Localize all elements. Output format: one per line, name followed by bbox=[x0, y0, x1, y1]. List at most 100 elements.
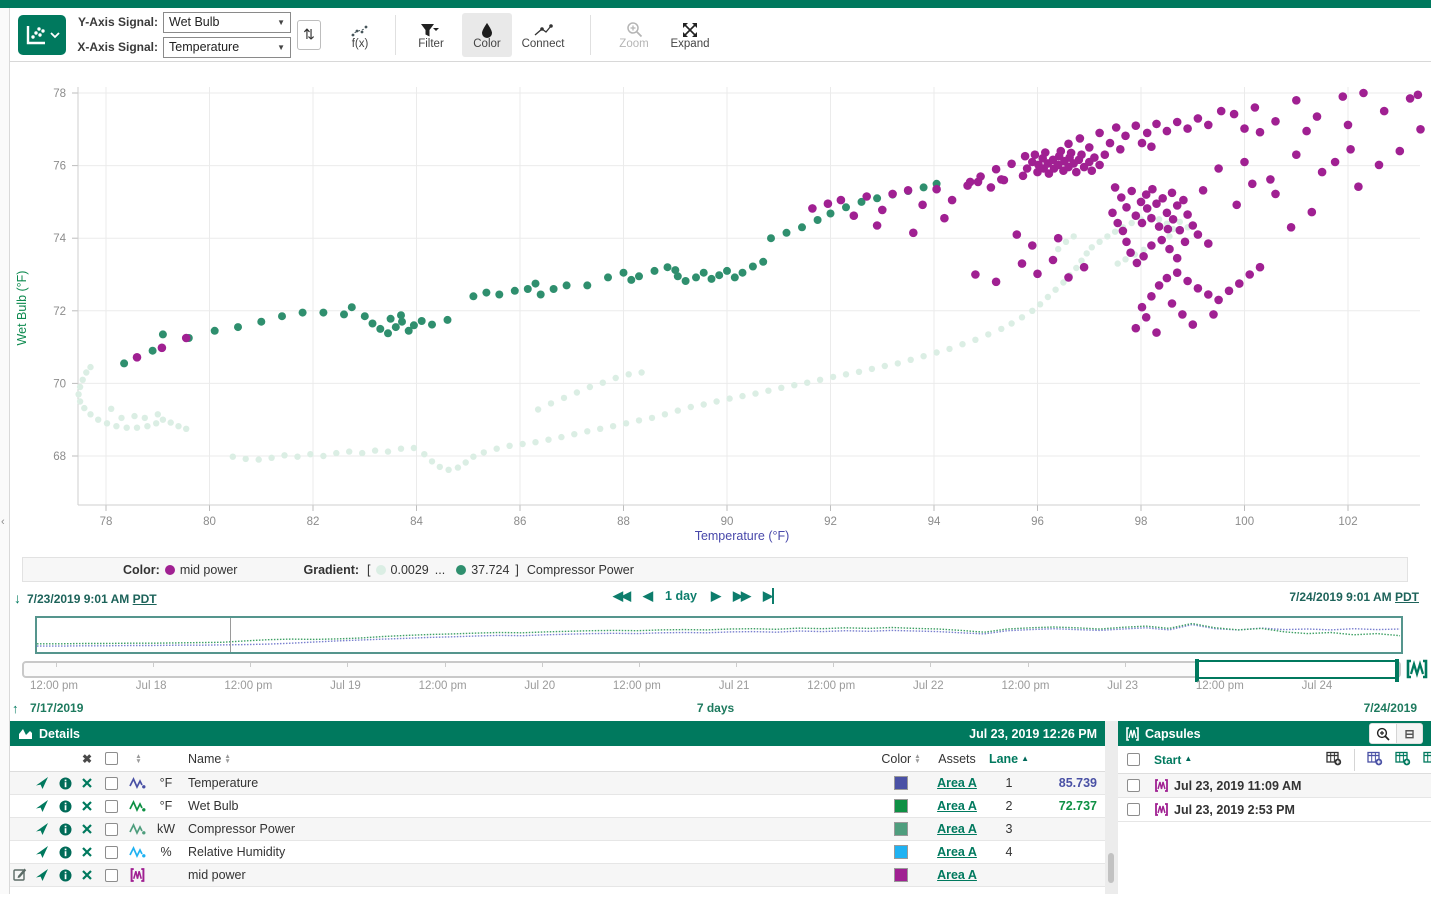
column-lane[interactable]: Lane▲ bbox=[985, 746, 1033, 771]
capsules-column-header: Start▲ bbox=[1118, 746, 1431, 774]
capsule-checkbox[interactable] bbox=[1127, 803, 1140, 816]
range-end-datetime[interactable]: 7/24/2019 9:01 AM PDT bbox=[1289, 590, 1419, 604]
details-scrollbar-handle[interactable] bbox=[1108, 853, 1114, 883]
edit-icon[interactable] bbox=[13, 867, 27, 884]
capsule-row[interactable]: Jul 23, 2019 11:09 AM bbox=[1118, 774, 1431, 798]
asset-link[interactable]: Area A bbox=[937, 822, 977, 836]
fx-button[interactable]: f(x) bbox=[335, 13, 385, 57]
add-column-button[interactable] bbox=[1326, 751, 1342, 769]
add-stat-column-button[interactable] bbox=[1367, 751, 1383, 769]
scrollbar-right-handle[interactable] bbox=[1395, 659, 1399, 682]
table-row: mid powerArea A bbox=[10, 864, 1105, 887]
scatter-plot[interactable]: 7880828486889092949698100102687072747678… bbox=[0, 62, 1431, 554]
pin-icon[interactable] bbox=[30, 795, 54, 817]
add-stat-column-button[interactable] bbox=[1395, 751, 1411, 769]
svg-text:76: 76 bbox=[53, 161, 66, 173]
capsule-time-icon[interactable] bbox=[1406, 659, 1428, 682]
info-icon[interactable] bbox=[54, 841, 76, 863]
pin-icon[interactable] bbox=[30, 818, 54, 840]
info-icon[interactable] bbox=[54, 772, 76, 794]
signal-icon bbox=[124, 795, 150, 817]
capsule-checkbox[interactable] bbox=[1127, 779, 1140, 792]
time-scrollbar-window[interactable] bbox=[1196, 660, 1398, 679]
item-name: Temperature bbox=[182, 772, 873, 794]
remove-all-icon[interactable]: ✖ bbox=[82, 752, 92, 766]
select-caret-icon: ▼ bbox=[277, 43, 285, 52]
step-forward-button[interactable]: ▶ bbox=[711, 588, 719, 604]
info-icon[interactable] bbox=[54, 818, 76, 840]
sort-icon[interactable]: ▲▼ bbox=[224, 754, 230, 764]
asset-link[interactable]: Area A bbox=[937, 776, 977, 790]
asset-link[interactable]: Area A bbox=[937, 799, 977, 813]
y-axis-signal-select[interactable]: Wet Bulb▼ bbox=[163, 12, 291, 33]
connect-button[interactable]: Connect bbox=[518, 13, 568, 57]
info-icon[interactable] bbox=[54, 864, 76, 886]
sort-icon[interactable]: ▲▼ bbox=[135, 754, 141, 764]
lane-value bbox=[985, 864, 1033, 886]
expand-button[interactable]: Expand bbox=[665, 13, 715, 57]
svg-text:78: 78 bbox=[53, 88, 66, 100]
color-swatch[interactable] bbox=[894, 868, 908, 882]
pin-icon[interactable] bbox=[30, 841, 54, 863]
collapse-panel-icon[interactable]: ‹ bbox=[1, 516, 5, 528]
asset-link[interactable]: Area A bbox=[937, 845, 977, 859]
column-color[interactable]: Color▲▼ bbox=[873, 746, 929, 771]
color-swatch[interactable] bbox=[894, 776, 908, 790]
column-name[interactable]: Name▲▼ bbox=[182, 746, 873, 771]
remove-icon[interactable] bbox=[76, 772, 98, 794]
time-axis-label: Jul 23 bbox=[1107, 680, 1138, 692]
svg-text:68: 68 bbox=[53, 451, 66, 463]
select-all-checkbox[interactable] bbox=[105, 752, 118, 765]
row-checkbox[interactable] bbox=[105, 777, 118, 790]
row-checkbox[interactable] bbox=[105, 846, 118, 859]
color-swatch[interactable] bbox=[894, 799, 908, 813]
remove-icon[interactable] bbox=[76, 864, 98, 886]
investigate-range-end[interactable]: 7/24/2019 bbox=[1364, 701, 1417, 715]
investigate-range-duration[interactable]: 7 days bbox=[0, 701, 1431, 715]
x-axis-signal-select[interactable]: Temperature▼ bbox=[163, 37, 291, 58]
scrollbar-left-handle[interactable] bbox=[1195, 659, 1199, 682]
row-checkbox[interactable] bbox=[105, 869, 118, 882]
color-swatch[interactable] bbox=[894, 845, 908, 859]
color-swatch[interactable] bbox=[894, 822, 908, 836]
legend-gradient-max: 37.724 bbox=[471, 563, 509, 577]
item-name: Relative Humidity bbox=[182, 841, 873, 863]
remove-icon[interactable] bbox=[76, 841, 98, 863]
svg-text:98: 98 bbox=[1135, 516, 1148, 528]
color-droplet-icon bbox=[481, 19, 493, 38]
step-back-button[interactable]: ◀ bbox=[643, 588, 651, 604]
svg-text:90: 90 bbox=[721, 516, 734, 528]
capsules-select-all-checkbox[interactable] bbox=[1127, 753, 1140, 766]
column-assets[interactable]: Assets bbox=[929, 746, 985, 771]
duration-label[interactable]: 1 day bbox=[665, 589, 697, 603]
row-checkbox[interactable] bbox=[105, 823, 118, 836]
column-start[interactable]: Start▲ bbox=[1154, 753, 1192, 767]
legend-gradient-max-dot bbox=[456, 565, 466, 575]
capsules-title: Capsules bbox=[1145, 727, 1201, 741]
remove-icon[interactable] bbox=[76, 795, 98, 817]
color-button[interactable]: Color bbox=[462, 13, 512, 57]
chevron-down-icon bbox=[50, 30, 60, 40]
filter-button[interactable]: Filter bbox=[406, 13, 456, 57]
legend-ellipsis: ... bbox=[435, 563, 445, 577]
pin-icon[interactable] bbox=[30, 772, 54, 794]
remove-icon[interactable] bbox=[76, 818, 98, 840]
add-stat-column-button[interactable] bbox=[1423, 751, 1431, 769]
trend-preview[interactable] bbox=[35, 616, 1403, 654]
sort-icon[interactable]: ▲▼ bbox=[914, 754, 920, 764]
capsule-row[interactable]: Jul 23, 2019 2:53 PM bbox=[1118, 798, 1431, 822]
info-icon[interactable] bbox=[54, 795, 76, 817]
step-back-fast-button[interactable]: ◀◀ bbox=[613, 588, 629, 604]
asset-link[interactable]: Area A bbox=[937, 868, 977, 882]
step-to-end-button[interactable]: ▶ bbox=[763, 588, 774, 604]
row-checkbox[interactable] bbox=[105, 800, 118, 813]
pin-icon[interactable] bbox=[30, 864, 54, 886]
swap-axes-button[interactable]: ⇅ bbox=[297, 20, 321, 50]
current-value: 72.737 bbox=[1033, 795, 1105, 817]
chart-type-button[interactable] bbox=[18, 15, 66, 55]
capsules-collapse-button[interactable]: ⊟ bbox=[1396, 724, 1422, 743]
step-forward-fast-button[interactable]: ▶▶ bbox=[733, 588, 749, 604]
timezone-link[interactable]: PDT bbox=[1395, 590, 1419, 604]
signal-icon bbox=[124, 772, 150, 794]
capsules-zoom-button[interactable] bbox=[1370, 724, 1396, 743]
